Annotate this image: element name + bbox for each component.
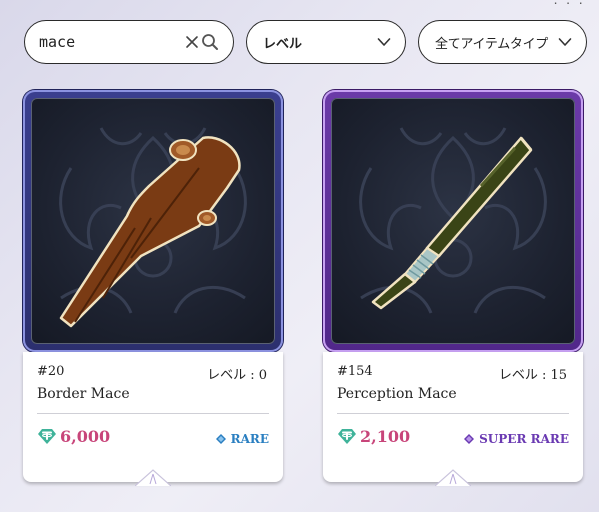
divider — [37, 413, 269, 414]
item-meta-row: #154 レベル : 15 — [337, 364, 567, 383]
filter-bar: mace レベル 全てアイテムタイプ — [24, 20, 587, 64]
item-id: #20 — [37, 364, 65, 379]
gem-icon — [464, 434, 475, 444]
level-dropdown[interactable]: レベル — [246, 20, 406, 64]
gem-icon — [215, 434, 226, 444]
item-name: Perception Mace — [337, 386, 457, 402]
item-image-frame — [23, 90, 283, 352]
rarity-badge: SUPER RARE — [464, 432, 569, 446]
search-input[interactable]: mace — [39, 33, 185, 51]
level-dropdown-label: レベル — [263, 36, 303, 52]
chevron-down-icon — [377, 38, 391, 46]
item-card[interactable]: #20 レベル : 0 Border Mace 6,000 RARE — [23, 90, 283, 486]
search-icon[interactable] — [201, 33, 219, 51]
item-card[interactable]: #154 レベル : 15 Perception Mace 2,100 SUPE… — [323, 90, 583, 486]
tether-coin-icon — [38, 429, 56, 444]
rarity-label: SUPER RARE — [479, 432, 569, 446]
item-price-value: 2,100 — [360, 426, 411, 446]
item-type-dropdown-label: 全てアイテムタイプ — [435, 36, 549, 52]
item-image — [331, 98, 575, 344]
header-corner-fragment: · · · — [553, 0, 585, 10]
item-meta-row: #20 レベル : 0 — [37, 364, 267, 383]
item-price: 6,000 — [37, 426, 110, 446]
expand-tab-icon[interactable] — [435, 468, 471, 486]
mace-wooden-icon — [59, 136, 241, 328]
chevron-down-icon — [558, 38, 572, 46]
item-id: #154 — [337, 364, 373, 379]
item-info-panel: #154 レベル : 15 Perception Mace 2,100 SUPE… — [323, 352, 583, 486]
mace-baton-icon — [371, 136, 533, 310]
expand-tab-icon[interactable] — [135, 468, 171, 486]
rarity-label: RARE — [230, 432, 269, 446]
item-price-value: 6,000 — [60, 426, 111, 446]
item-info-panel: #20 レベル : 0 Border Mace 6,000 RARE — [23, 352, 283, 486]
rarity-badge: RARE — [215, 432, 269, 446]
tether-coin-icon — [338, 429, 356, 444]
item-name: Border Mace — [37, 386, 130, 402]
divider — [337, 413, 569, 414]
close-icon[interactable] — [185, 35, 199, 49]
item-price: 2,100 — [337, 426, 410, 446]
search-box[interactable]: mace — [24, 20, 234, 64]
item-type-dropdown[interactable]: 全てアイテムタイプ — [418, 20, 587, 64]
item-image-frame — [323, 90, 583, 352]
item-level: レベル : 0 — [207, 368, 267, 383]
item-level: レベル : 15 — [498, 368, 567, 383]
item-image — [31, 98, 275, 344]
